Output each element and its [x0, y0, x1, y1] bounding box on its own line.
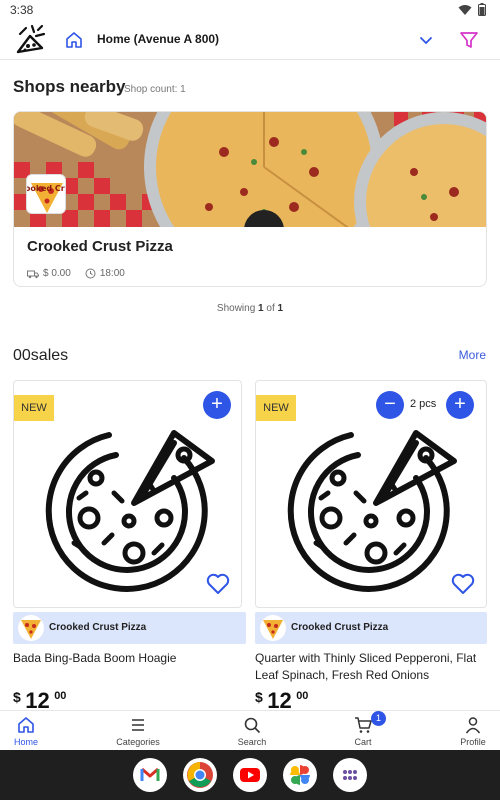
pizza-illustration-icon [45, 430, 215, 592]
product-shop-name: Crooked Crust Pizza [291, 622, 389, 633]
shop-logo: Crooked Crust [26, 174, 66, 214]
nav-home-label: Home [13, 737, 38, 747]
status-bar: 3:38 [0, 0, 500, 20]
youtube-icon[interactable] [233, 758, 267, 792]
product-name[interactable]: Bada Bing-Bada Boom Hoagie [13, 650, 245, 667]
filter-icon[interactable] [458, 29, 480, 51]
increase-quantity-button[interactable]: + [446, 391, 474, 419]
shop-count: Shop count: 1 [124, 84, 186, 95]
nav-categories-label: Categories [116, 737, 160, 747]
app-logo-icon[interactable] [12, 22, 48, 58]
nav-categories[interactable]: Categories [88, 711, 188, 751]
wifi-icon [458, 4, 472, 15]
shop-mini-logo [18, 615, 44, 641]
app-drawer-icon[interactable] [333, 758, 367, 792]
nav-profile[interactable]: Profile [423, 711, 500, 751]
search-icon [244, 717, 260, 733]
pagination-current: 1 [258, 303, 264, 314]
nav-home[interactable]: Home [0, 711, 76, 751]
pagination-total: 1 [277, 303, 284, 314]
decrease-quantity-button[interactable]: − [376, 391, 404, 419]
bottom-navigation: Home Categories Search 1 Cart Profile [0, 710, 500, 750]
cart-count-badge: 1 [371, 711, 386, 726]
android-dock [0, 750, 500, 800]
more-link[interactable]: More [459, 348, 486, 362]
shop-mini-logo [260, 615, 286, 641]
pizza-illustration-icon [287, 430, 457, 592]
new-badge: NEW [14, 395, 54, 421]
clock-icon [85, 268, 96, 279]
list-icon [132, 719, 144, 731]
shop-card[interactable]: Crooked Crust Crooked Crust Pizza $ 0.00… [13, 111, 487, 287]
nav-search-label: Search [237, 737, 267, 747]
new-badge: NEW [256, 395, 296, 421]
nav-profile-label: Profile [460, 737, 486, 747]
sales-section-title: 00sales [13, 347, 69, 364]
gmail-icon[interactable] [133, 758, 167, 792]
nav-search[interactable]: Search [202, 711, 302, 751]
shop-banner-image [14, 112, 486, 227]
app-header: Home (Avenue A 800) [0, 20, 500, 60]
home-icon [18, 717, 34, 733]
photos-icon[interactable] [283, 758, 317, 792]
chevron-down-icon[interactable] [416, 30, 436, 50]
shops-nearby-title: Shops nearby [13, 77, 126, 96]
shop-time: 18:00 [99, 268, 125, 279]
product-card[interactable]: NEW − 2 pcs + [255, 380, 487, 608]
heart-icon[interactable] [205, 571, 231, 597]
product-shop-tag[interactable]: Crooked Crust Pizza [255, 612, 487, 644]
product-shop-tag[interactable]: Crooked Crust Pizza [13, 612, 246, 644]
product-card[interactable]: NEW + [13, 380, 242, 608]
home-location-icon[interactable] [64, 30, 84, 50]
delivery-truck-icon [27, 270, 39, 278]
cart-icon [355, 717, 372, 733]
nav-cart[interactable]: 1 Cart [313, 711, 413, 751]
add-to-cart-button[interactable]: + [203, 391, 231, 419]
heart-icon[interactable] [450, 571, 476, 597]
delivery-address[interactable]: Home (Avenue A 800) [97, 32, 219, 46]
shop-logo-text: Crooked Crust [27, 184, 66, 193]
pagination-info: Showing 1 of 1 [216, 303, 284, 314]
chrome-icon[interactable] [183, 758, 217, 792]
battery-icon [478, 3, 486, 16]
delivery-fee: $ 0.00 [43, 268, 71, 279]
product-name[interactable]: Quarter with Thinly Sliced Pepperoni, Fl… [255, 650, 487, 684]
product-shop-name: Crooked Crust Pizza [49, 622, 147, 633]
shop-meta: $ 0.00 18:00 [27, 268, 125, 279]
system-icons [458, 3, 486, 16]
quantity-display: 2 pcs [410, 398, 437, 410]
person-icon [465, 717, 481, 734]
nav-cart-label: Cart [354, 737, 372, 747]
shop-name[interactable]: Crooked Crust Pizza [27, 238, 173, 255]
status-time: 3:38 [10, 3, 34, 17]
